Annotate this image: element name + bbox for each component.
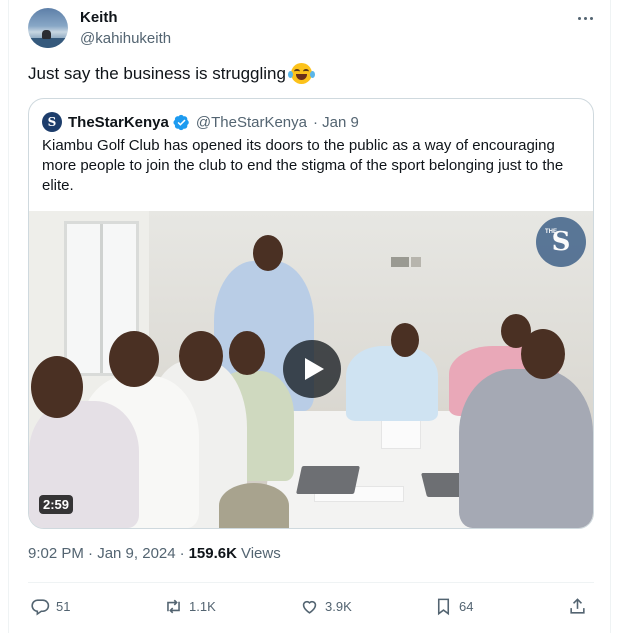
video-watermark-prefix: THE <box>545 229 557 235</box>
meta-separator: · <box>179 545 185 562</box>
reply-button[interactable]: 51 <box>31 593 70 619</box>
more-dot-icon <box>577 16 581 20</box>
play-button[interactable] <box>283 340 341 398</box>
video-scene-switch <box>411 257 421 267</box>
tweet-body: Just say the business is struggling <box>28 63 286 83</box>
share-icon <box>570 597 585 614</box>
video-scene-head <box>179 331 223 381</box>
tweet-text: Just say the business is struggling <box>28 63 315 84</box>
quoted-tweet-date[interactable]: · Jan 9 <box>313 114 359 131</box>
video-scene-head <box>109 331 159 387</box>
views-label: Views <box>240 545 281 562</box>
author-name[interactable]: Keith <box>80 9 118 26</box>
repost-button[interactable]: 1.1K <box>164 593 216 619</box>
share-button[interactable] <box>568 593 587 619</box>
avatar-shore <box>28 38 68 48</box>
views-count: 159.6K <box>188 545 237 562</box>
reply-count: 51 <box>56 598 71 614</box>
quoted-author-name[interactable]: TheStarKenya <box>68 114 169 131</box>
video-scene-head <box>521 329 565 379</box>
quoted-author-handle[interactable]: @TheStarKenya <box>196 114 307 131</box>
bookmark-button[interactable]: 64 <box>434 593 473 619</box>
quoted-tweet-text: Kiambu Golf Club has opened its doors to… <box>42 137 564 194</box>
quoted-tweet[interactable]: S TheStarKenya @TheStarKenya · Jan 9 Kia… <box>28 98 594 529</box>
bookmark-icon <box>437 598 450 615</box>
divider <box>28 582 594 583</box>
author-handle[interactable]: @kahihukeith <box>80 30 171 47</box>
author-avatar[interactable] <box>28 8 68 48</box>
bookmark-count: 64 <box>459 598 474 614</box>
quoted-author-avatar[interactable]: S <box>42 112 62 132</box>
reply-icon <box>31 598 50 616</box>
video-scene-person <box>346 346 438 421</box>
like-count: 3.9K <box>325 598 352 614</box>
video-scene-person <box>219 483 289 528</box>
video-scene-switch <box>391 257 409 267</box>
heart-icon <box>302 600 317 614</box>
more-dot-icon <box>583 16 587 20</box>
more-dot-icon <box>589 16 593 20</box>
video-scene-head <box>31 356 83 418</box>
action-bar: 51 1.1K 3.9K 64 <box>28 593 594 619</box>
avatar-figure <box>42 30 51 39</box>
like-button[interactable]: 3.9K <box>300 593 352 619</box>
verified-badge-icon <box>173 114 189 130</box>
video-scene-head <box>229 331 265 375</box>
repost-icon <box>167 599 180 613</box>
repost-count: 1.1K <box>189 598 216 614</box>
video-scene-head <box>391 323 419 357</box>
video-scene-laptop <box>296 466 360 494</box>
video-player[interactable]: THE S 2:59 <box>29 211 593 528</box>
video-duration: 2:59 <box>39 495 74 514</box>
tweet-timestamp[interactable]: 9:02 PM · Jan 9, 2024 <box>28 545 176 562</box>
tears-of-joy-emoji-icon <box>287 63 315 84</box>
play-icon <box>305 358 324 380</box>
video-scene-head <box>253 235 283 271</box>
tweet-meta: 9:02 PM · Jan 9, 2024 · 159.6K Views <box>28 545 281 562</box>
video-watermark-logo: THE S <box>536 217 586 267</box>
video-scene-person <box>459 369 593 528</box>
quoted-tweet-header: S TheStarKenya @TheStarKenya · Jan 9 <box>42 112 359 132</box>
more-options-button[interactable] <box>573 8 597 28</box>
